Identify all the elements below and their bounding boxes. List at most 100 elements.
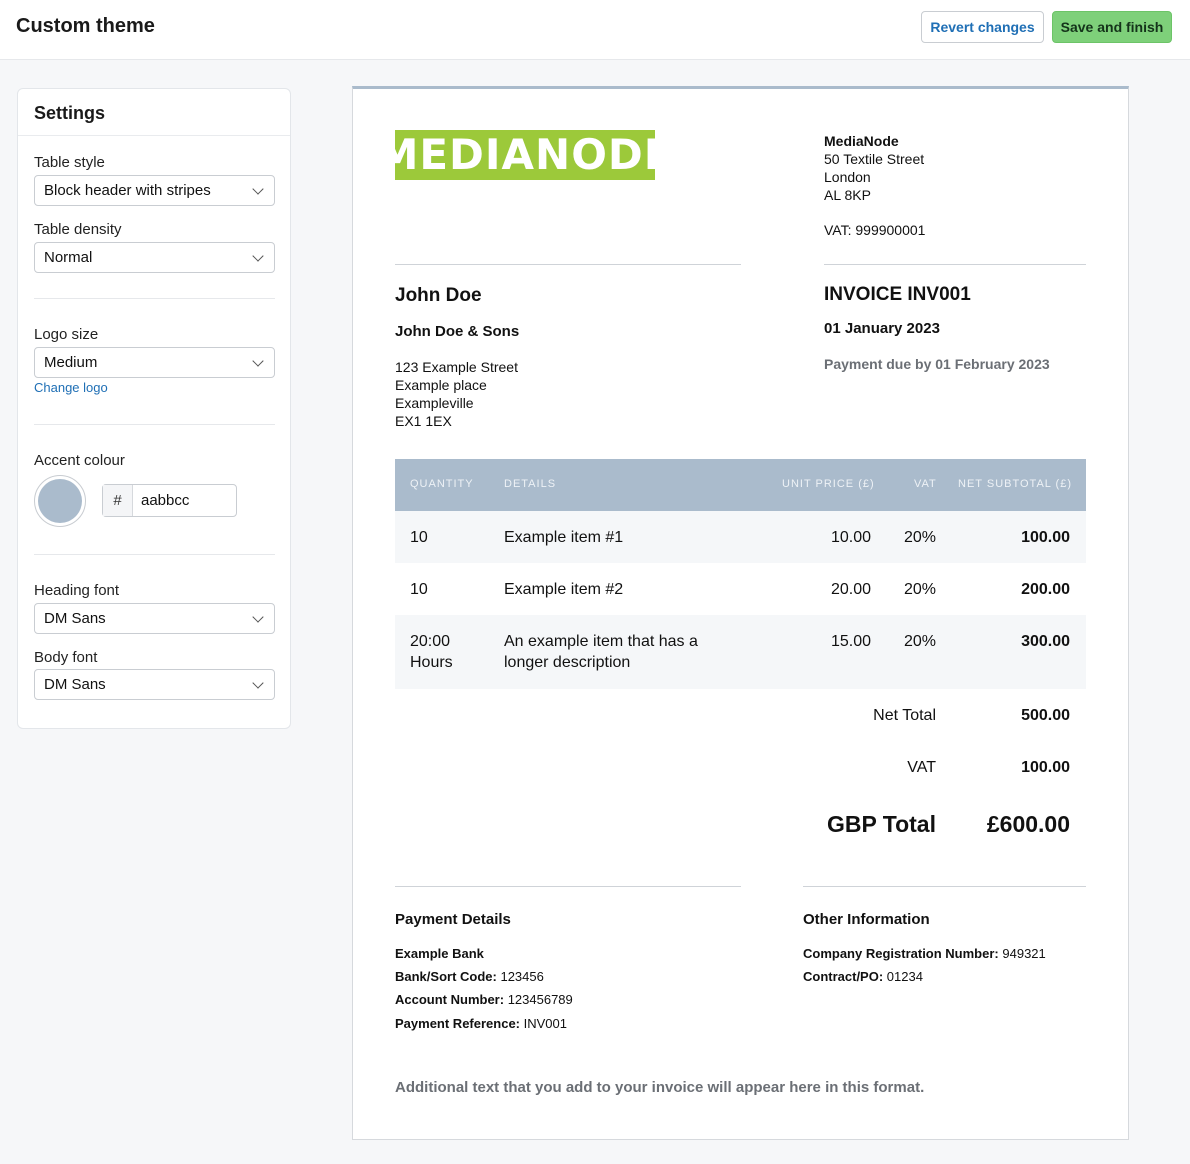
account-number-line: Account Number: 123456789: [395, 991, 573, 1009]
table-density-label: Table density: [34, 221, 122, 238]
seller-address-line: AL 8KP: [824, 187, 871, 203]
row-details: Example item #2: [504, 581, 624, 598]
account-number-label: Account Number:: [395, 992, 505, 1007]
row-unit-price: 10.00: [830, 529, 871, 546]
row-subtotal: 300.00: [1021, 633, 1070, 650]
bank-name: Example Bank: [395, 946, 484, 961]
divider: [803, 886, 1086, 887]
sort-code-label: Bank/Sort Code:: [395, 969, 497, 984]
customer-address-line: EX1 1EX: [395, 413, 452, 429]
seller-address-line: London: [824, 169, 871, 185]
grand-total-value: £600.00: [986, 811, 1070, 837]
customer-address-line: 123 Example Street: [395, 359, 518, 375]
payment-reference-line: Payment Reference: INV001: [395, 1015, 567, 1033]
body-font-select[interactable]: DM Sans: [34, 669, 275, 700]
sort-code-line: Bank/Sort Code: 123456: [395, 968, 544, 986]
column-header-details: DETAILS: [504, 478, 557, 490]
customer-name: John Doe: [395, 285, 482, 306]
body-font-label: Body font: [34, 649, 98, 666]
heading-font-label: Heading font: [34, 582, 120, 599]
column-header-vat: VAT: [914, 478, 937, 490]
table-style-select[interactable]: Block header with stripes: [34, 175, 275, 206]
payment-reference-label: Payment Reference:: [395, 1016, 520, 1031]
chevron-down-icon: [252, 676, 264, 689]
customer-address-line: Example place: [395, 377, 487, 393]
payment-reference-value: INV001: [523, 1016, 567, 1031]
divider: [34, 298, 275, 299]
row-quantity: 10: [410, 529, 428, 546]
settings-title: Settings: [18, 89, 290, 136]
row-subtotal: 200.00: [1021, 581, 1070, 598]
hash-prefix: #: [103, 485, 133, 516]
accent-colour-label: Accent colour: [34, 452, 125, 469]
seller-vat: VAT: 999900001: [824, 222, 926, 238]
row-details: An example item that has a: [504, 633, 698, 650]
settings-panel: Settings Table style Block header with s…: [17, 88, 291, 729]
chevron-down-icon: [252, 354, 264, 367]
divider: [395, 264, 741, 265]
payment-due: Payment due by 01 February 2023: [824, 356, 1050, 372]
accent-colour-swatch[interactable]: [34, 475, 86, 527]
additional-text: Additional text that you add to your inv…: [395, 1079, 925, 1096]
seller-name: MediaNode: [824, 133, 899, 149]
contract-po-label: Contract/PO:: [803, 969, 884, 984]
table-style-value: Block header with stripes: [44, 182, 211, 199]
seller-address-line: 50 Textile Street: [824, 151, 925, 167]
vat-total-label: VAT: [907, 759, 936, 776]
row-unit-price: 15.00: [830, 633, 871, 650]
row-quantity: 10: [410, 581, 428, 598]
net-total-value: 500.00: [1021, 707, 1070, 724]
invoice-title: INVOICE INV001: [824, 284, 971, 305]
logo-size-select[interactable]: Medium: [34, 347, 275, 378]
table-row: 20:00 Hours An example item that has a l…: [395, 615, 1086, 689]
company-registration-line: Company Registration Number: 949321: [803, 945, 1046, 963]
row-quantity: 20:00: [410, 633, 451, 650]
heading-font-select[interactable]: DM Sans: [34, 603, 275, 634]
row-vat: 20%: [903, 529, 936, 546]
divider: [395, 886, 741, 887]
accent-colour-fill: [38, 479, 82, 523]
company-registration-value: 949321: [1002, 946, 1046, 961]
other-information-title: Other Information: [803, 911, 930, 928]
page-title: Custom theme: [16, 15, 155, 37]
grand-total-label: GBP Total: [826, 811, 936, 837]
row-details: Example item #1: [504, 529, 624, 546]
accent-colour-field[interactable]: #: [102, 484, 237, 517]
row-quantity-unit: Hours: [410, 654, 453, 671]
items-table-header: QUANTITY DETAILS UNIT PRICE (£) VAT NET …: [395, 459, 1086, 511]
top-bar: Custom theme Revert changes Save and fin…: [0, 0, 1190, 60]
contract-po-line: Contract/PO: 01234: [803, 968, 923, 986]
revert-changes-button[interactable]: Revert changes: [921, 11, 1044, 43]
payment-details-title: Payment Details: [395, 911, 511, 928]
sort-code-value: 123456: [500, 969, 544, 984]
table-density-value: Normal: [44, 249, 93, 266]
net-total-label: Net Total: [873, 707, 936, 724]
logo-size-label: Logo size: [34, 326, 99, 343]
vat-total-value: 100.00: [1021, 759, 1070, 776]
column-header-quantity: QUANTITY: [410, 478, 474, 490]
chevron-down-icon: [252, 610, 264, 623]
table-row: 10 Example item #2 20.00 20% 200.00: [395, 563, 1086, 615]
table-row: 10 Example item #1 10.00 20% 100.00: [395, 511, 1086, 563]
column-header-unit-price: UNIT PRICE (£): [782, 478, 875, 490]
accent-colour-input[interactable]: [133, 492, 233, 509]
chevron-down-icon: [252, 182, 264, 195]
logo-size-value: Medium: [44, 354, 98, 371]
contract-po-value: 01234: [886, 969, 923, 984]
divider: [824, 264, 1086, 265]
customer-company: John Doe & Sons: [395, 323, 520, 340]
divider: [34, 424, 275, 425]
row-vat: 20%: [903, 581, 936, 598]
invoice-preview: MEDIANODE MediaNode 50 Textile Street Lo…: [352, 86, 1129, 1140]
account-number-value: 123456789: [507, 992, 573, 1007]
table-density-select[interactable]: Normal: [34, 242, 275, 273]
row-vat: 20%: [903, 633, 936, 650]
heading-font-value: DM Sans: [44, 610, 106, 627]
customer-address-line: Exampleville: [395, 395, 474, 411]
table-style-label: Table style: [34, 154, 105, 171]
column-header-net-subtotal: NET SUBTOTAL (£): [958, 478, 1073, 490]
invoice-date: 01 January 2023: [824, 320, 940, 337]
row-subtotal: 100.00: [1021, 529, 1070, 546]
change-logo-link[interactable]: Change logo: [34, 380, 108, 395]
save-and-finish-button[interactable]: Save and finish: [1052, 11, 1172, 43]
